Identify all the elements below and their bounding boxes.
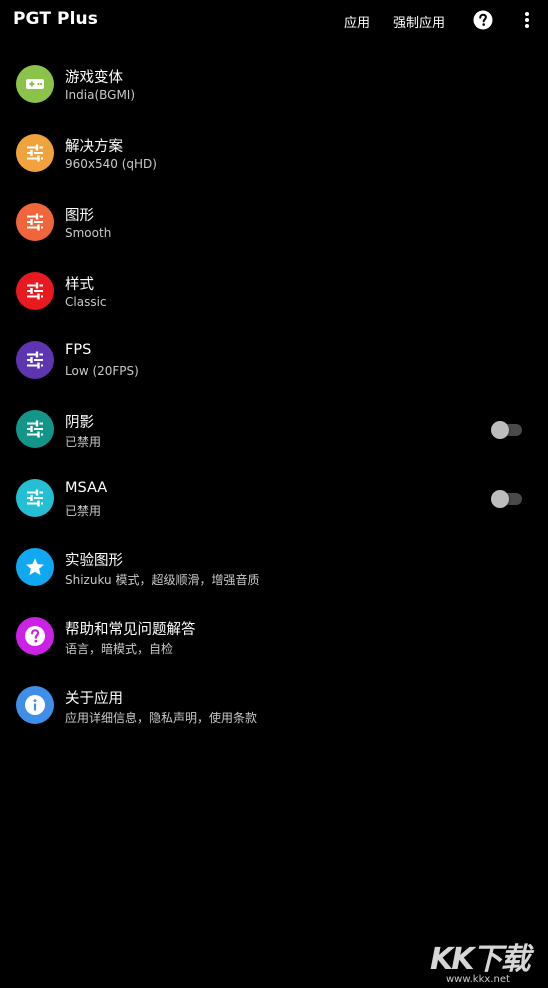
list-item-style[interactable]: 样式 Classic bbox=[0, 257, 548, 326]
item-subtitle: 语言，暗模式，自检 bbox=[65, 642, 174, 656]
star-icon bbox=[16, 548, 54, 586]
help-circle-icon bbox=[16, 617, 54, 655]
item-subtitle: 应用详细信息，隐私声明，使用条款 bbox=[65, 711, 258, 725]
list-item-shadow[interactable]: 阴影 已禁用 bbox=[0, 395, 548, 464]
item-title: 帮助和常见问题解答 bbox=[65, 622, 196, 638]
item-subtitle: 已禁用 bbox=[65, 504, 102, 518]
toggle-thumb bbox=[491, 421, 509, 439]
toggle-thumb bbox=[491, 490, 509, 508]
item-title: 样式 bbox=[65, 277, 94, 293]
tune-sliders-icon bbox=[16, 272, 54, 310]
watermark-url: www.kkx.net bbox=[446, 974, 510, 985]
item-subtitle: Classic bbox=[65, 295, 107, 309]
item-title: 游戏变体 bbox=[65, 70, 123, 86]
gamepad-icon bbox=[16, 65, 54, 103]
list-item-resolution[interactable]: 解决方案 960x540 (qHD) bbox=[0, 119, 548, 188]
item-title: MSAA bbox=[65, 480, 108, 496]
app-bar: PGT Plus 应用 强制应用 bbox=[0, 0, 548, 42]
msaa-toggle[interactable] bbox=[491, 490, 523, 508]
list-item-game-variant[interactable]: 游戏变体 India(BGMI) bbox=[0, 50, 548, 119]
watermark-logo: KK下载 bbox=[430, 942, 530, 977]
item-title: 图形 bbox=[65, 208, 94, 224]
tune-sliders-icon bbox=[16, 410, 54, 448]
tune-sliders-icon bbox=[16, 479, 54, 517]
item-subtitle: Low (20FPS) bbox=[65, 364, 139, 378]
item-subtitle: India(BGMI) bbox=[65, 88, 136, 102]
list-item-help-faq[interactable]: 帮助和常见问题解答 语言，暗模式，自检 bbox=[0, 602, 548, 671]
item-title: 实验图形 bbox=[65, 553, 123, 569]
apply-button[interactable]: 应用 bbox=[344, 12, 370, 31]
list-item-about-app[interactable]: 关于应用 应用详细信息，隐私声明，使用条款 bbox=[0, 671, 548, 740]
list-item-fps[interactable]: FPS Low (20FPS) bbox=[0, 326, 548, 395]
list-item-msaa[interactable]: MSAA 已禁用 bbox=[0, 464, 548, 533]
shadow-toggle[interactable] bbox=[491, 421, 523, 439]
help-icon[interactable] bbox=[473, 10, 493, 30]
info-icon bbox=[16, 686, 54, 724]
item-subtitle: Smooth bbox=[65, 226, 112, 240]
list-item-graphics[interactable]: 图形 Smooth bbox=[0, 188, 548, 257]
item-subtitle: 已禁用 bbox=[65, 435, 102, 449]
settings-list: 游戏变体 India(BGMI) 解决方案 960x540 (qHD) 图形 S… bbox=[0, 50, 548, 740]
item-title: FPS bbox=[65, 342, 92, 358]
tune-sliders-icon bbox=[16, 341, 54, 379]
more-vert-icon[interactable] bbox=[518, 10, 536, 30]
tune-sliders-icon bbox=[16, 134, 54, 172]
watermark: KK下载 www.kkx.net bbox=[430, 934, 548, 988]
app-title: PGT Plus bbox=[13, 9, 98, 29]
list-item-experimental-graphics[interactable]: 实验图形 Shizuku 模式，超级顺滑，增强音质 bbox=[0, 533, 548, 602]
item-subtitle: Shizuku 模式，超级顺滑，增强音质 bbox=[65, 573, 260, 587]
item-title: 解决方案 bbox=[65, 139, 123, 155]
item-title: 阴影 bbox=[65, 415, 94, 431]
tune-sliders-icon bbox=[16, 203, 54, 241]
item-subtitle: 960x540 (qHD) bbox=[65, 157, 157, 171]
force-apply-button[interactable]: 强制应用 bbox=[393, 12, 445, 31]
item-title: 关于应用 bbox=[65, 691, 123, 707]
